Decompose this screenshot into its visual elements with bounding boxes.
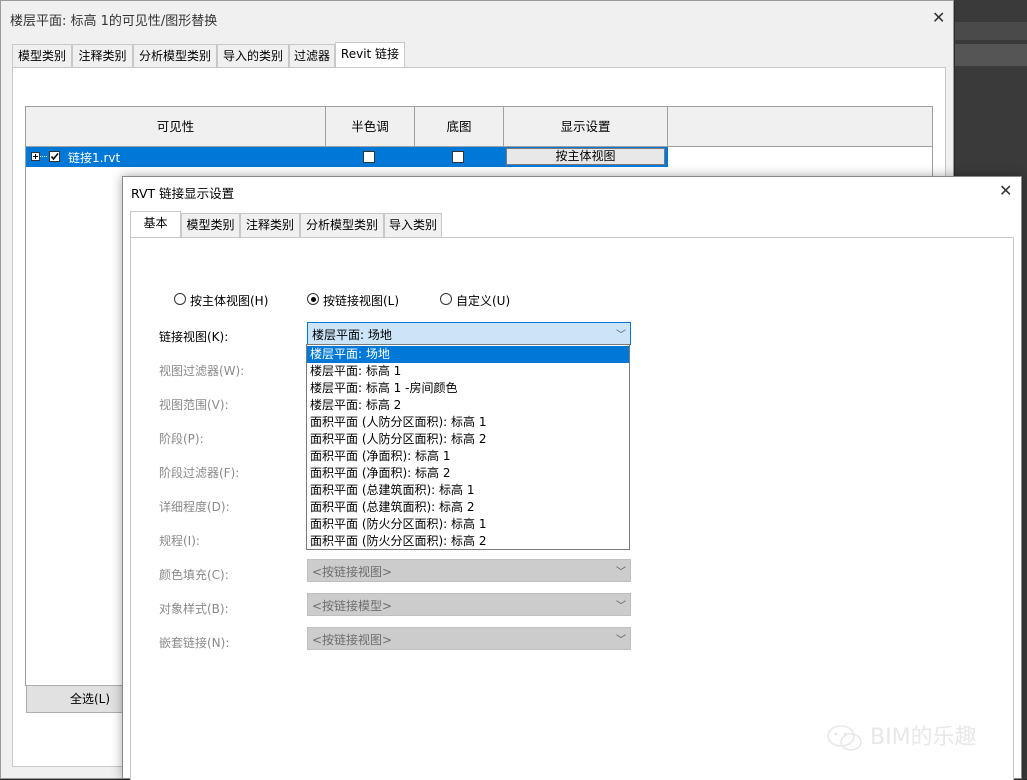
visibility-cell[interactable]: 链接1.rvt	[26, 147, 326, 167]
tab-revit-links[interactable]: Revit 链接	[335, 42, 405, 68]
underlay-cell[interactable]	[415, 147, 504, 167]
object-styles-combobox: <按链接模型> ﹀	[307, 593, 631, 616]
dropdown-option[interactable]: 面积平面 (防火分区面积): 标高 2	[307, 533, 629, 550]
radio-by-host-view[interactable]	[174, 293, 186, 305]
radio-by-linked-view[interactable]	[307, 293, 319, 305]
dropdown-option[interactable]: 楼层平面: 场地	[307, 346, 629, 363]
field-label-view-range: 视图范围(V):	[159, 398, 229, 412]
halftone-checkbox[interactable]	[363, 151, 375, 163]
tab-import-categories[interactable]: 导入类别	[384, 213, 442, 237]
dropdown-option[interactable]: 面积平面 (净面积): 标高 2	[307, 465, 629, 482]
combobox-value: <按链接视图>	[312, 565, 393, 579]
dialog-title: RVT 链接显示设置	[131, 186, 235, 201]
table-row[interactable]: 链接1.rvt 按主体视图	[26, 147, 932, 167]
watermark: BIM的乐趣	[826, 719, 977, 753]
dropdown-option[interactable]: 楼层平面: 标高 1	[307, 363, 629, 380]
radio-custom[interactable]	[440, 293, 452, 305]
tab-imported-categories[interactable]: 导入的类别	[217, 44, 289, 68]
radio-label: 按链接视图(L)	[323, 294, 400, 308]
linked-view-dropdown-list: 楼层平面: 场地 楼层平面: 标高 1 楼层平面: 标高 1 -房间颜色 楼层平…	[306, 344, 630, 550]
color-fill-combobox: <按链接视图> ﹀	[307, 559, 631, 582]
chevron-down-icon: ﹀	[616, 635, 626, 646]
chevron-down-icon: ﹀	[616, 601, 626, 612]
dropdown-option[interactable]: 面积平面 (总建筑面积): 标高 1	[307, 482, 629, 499]
dropdown-option[interactable]: 面积平面 (总建筑面积): 标高 2	[307, 499, 629, 516]
column-header-empty	[668, 107, 932, 147]
tab-analytical-model-categories[interactable]: 分析模型类别	[133, 44, 217, 68]
tab-model-categories[interactable]: 模型类别	[12, 44, 72, 68]
field-label-detail-level: 详细程度(D):	[159, 500, 230, 514]
dialog-title: 楼层平面: 标高 1的可见性/图形替换	[10, 14, 218, 29]
field-label-view-filter: 视图过滤器(W):	[159, 364, 245, 378]
tab-basic[interactable]: 基本	[130, 211, 181, 237]
radio-label: 按主体视图(H)	[190, 294, 269, 308]
tab-annotation-categories[interactable]: 注释类别	[72, 44, 133, 68]
display-settings-cell[interactable]: 按主体视图	[504, 147, 668, 167]
dropdown-option[interactable]: 面积平面 (人防分区面积): 标高 1	[307, 414, 629, 431]
combobox-value: <按链接模型>	[312, 599, 393, 613]
nested-links-combobox: <按链接视图> ﹀	[307, 627, 631, 650]
visibility-checkbox[interactable]	[49, 151, 60, 162]
field-label-phase-filter: 阶段过滤器(F):	[159, 466, 240, 480]
expand-plus-icon[interactable]	[31, 152, 51, 163]
close-icon[interactable]: ✕	[999, 181, 1012, 200]
tab-analytical-model-categories[interactable]: 分析模型类别	[300, 213, 384, 237]
combobox-value: <按链接视图>	[312, 633, 393, 647]
field-label-nested-links: 嵌套链接(N):	[159, 636, 230, 650]
chevron-down-icon: ﹀	[616, 567, 626, 578]
tab-model-categories[interactable]: 模型类别	[181, 213, 240, 237]
watermark-text: BIM的乐趣	[870, 725, 977, 750]
background-toolbar	[955, 44, 1027, 66]
linked-view-combobox[interactable]: 楼层平面: 场地 ﹀	[307, 322, 631, 345]
field-label-object-styles: 对象样式(B):	[159, 602, 229, 616]
display-settings-button[interactable]: 按主体视图	[506, 148, 665, 165]
link-name: 链接1.rvt	[68, 151, 121, 165]
radio-label: 自定义(U)	[456, 294, 511, 308]
column-header-visibility[interactable]: 可见性	[26, 107, 326, 147]
halftone-cell[interactable]	[326, 147, 415, 167]
tab-annotation-categories[interactable]: 注释类别	[240, 213, 300, 237]
dropdown-option[interactable]: 面积平面 (净面积): 标高 1	[307, 448, 629, 465]
chevron-down-icon[interactable]: ﹀	[616, 326, 626, 341]
underlay-checkbox[interactable]	[452, 151, 464, 163]
field-label-linked-view: 链接视图(K):	[159, 330, 229, 344]
tab-filters[interactable]: 过滤器	[289, 44, 335, 68]
close-icon[interactable]: ✕	[932, 8, 945, 27]
background-toolbar	[955, 22, 1027, 40]
field-label-phase: 阶段(P):	[159, 432, 204, 446]
field-label-color-fill: 颜色填充(C):	[159, 568, 229, 582]
wechat-icon	[827, 725, 862, 751]
column-header-display-settings[interactable]: 显示设置	[504, 107, 668, 147]
dropdown-option[interactable]: 面积平面 (人防分区面积): 标高 2	[307, 431, 629, 448]
dropdown-option[interactable]: 楼层平面: 标高 1 -房间颜色	[307, 380, 629, 397]
column-header-halftone[interactable]: 半色调	[326, 107, 415, 147]
dropdown-option[interactable]: 面积平面 (防火分区面积): 标高 1	[307, 516, 629, 533]
combobox-value: 楼层平面: 场地	[312, 328, 392, 342]
column-header-underlay[interactable]: 底图	[415, 107, 504, 147]
field-label-discipline: 规程(I):	[159, 534, 200, 548]
dropdown-option[interactable]: 楼层平面: 标高 2	[307, 397, 629, 414]
